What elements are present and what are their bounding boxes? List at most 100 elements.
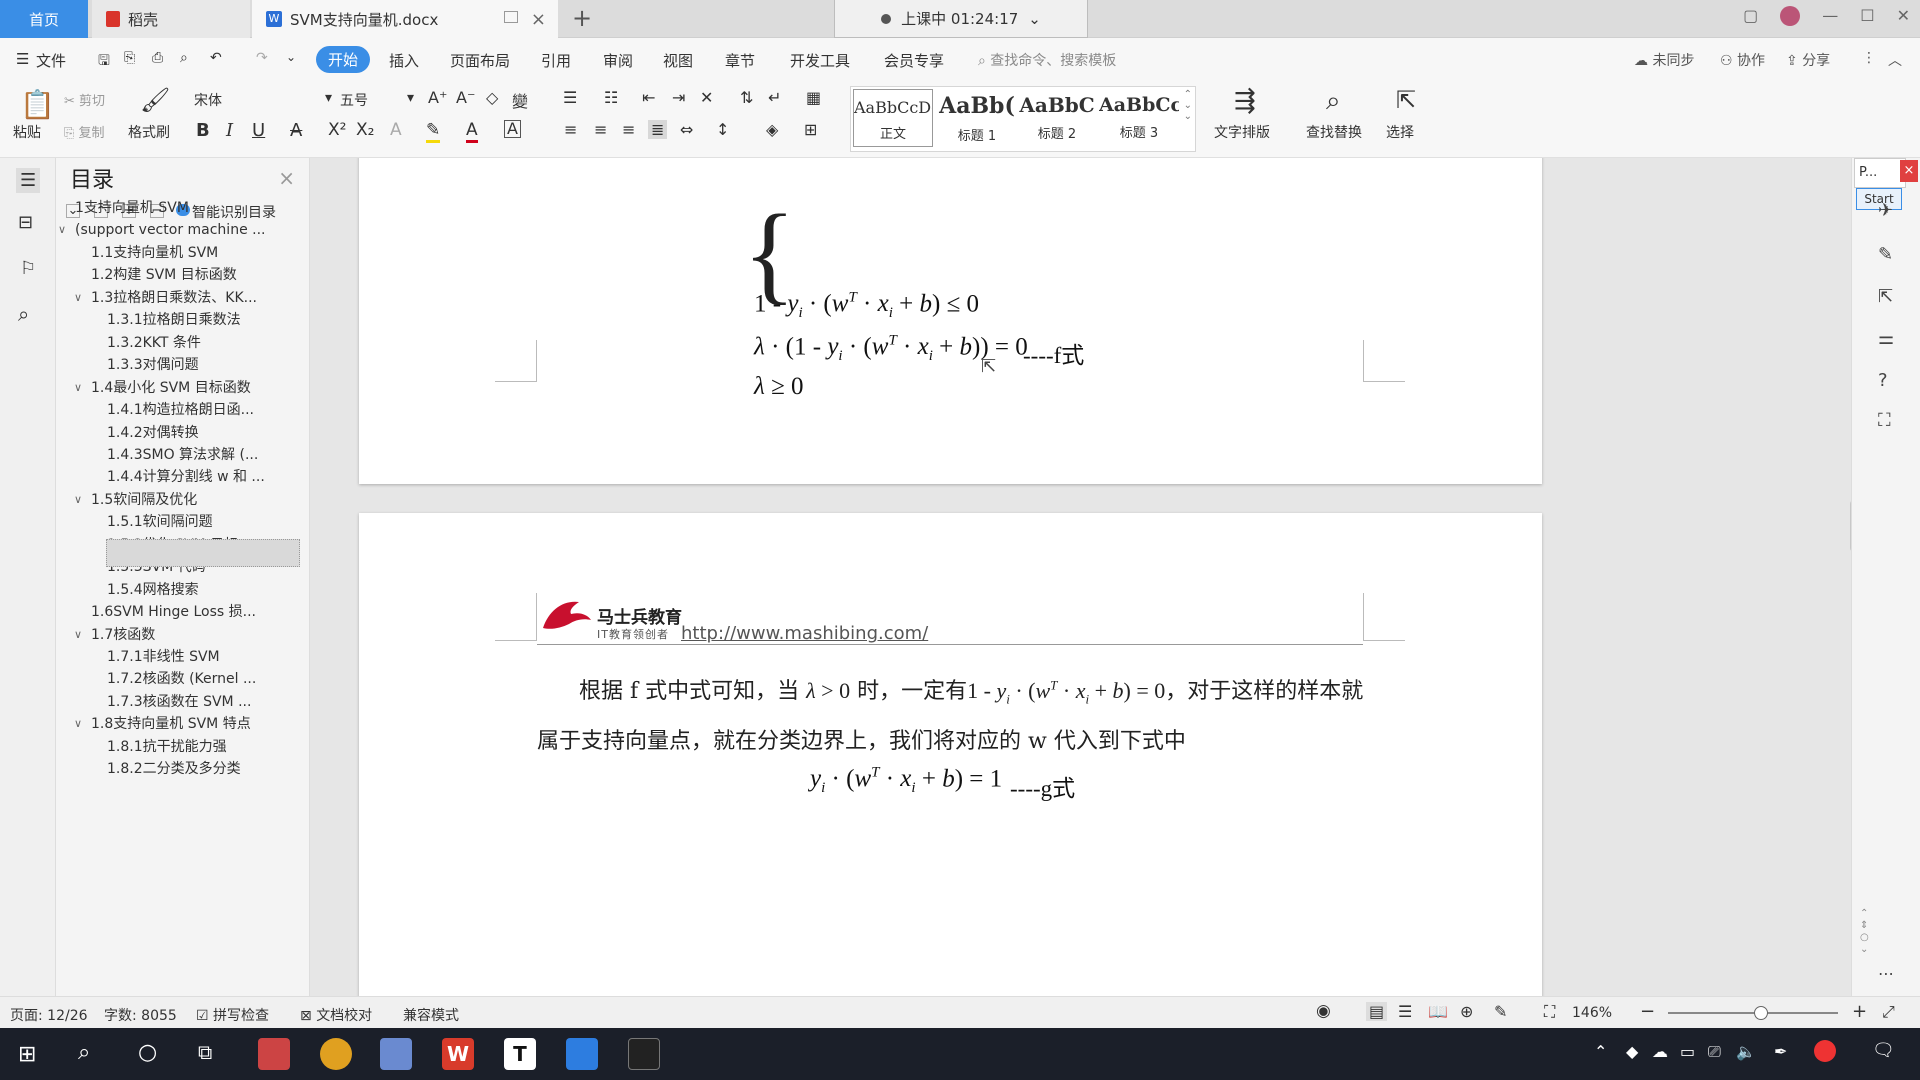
proofread-button[interactable]: ⊠ 文档校对: [300, 1005, 372, 1025]
font-size-select[interactable]: 五号 ▾: [334, 88, 418, 112]
shading-icon[interactable]: ◈: [766, 120, 778, 139]
style-heading2[interactable]: AaBbC 标题 2: [1017, 89, 1097, 147]
zoom-slider-handle[interactable]: [1754, 1006, 1768, 1020]
increase-indent-icon[interactable]: ⇥: [672, 88, 685, 107]
toc-expand-arrow-icon[interactable]: ∨: [74, 291, 82, 304]
write-view-icon[interactable]: ✎: [1494, 1002, 1507, 1021]
subscript-icon[interactable]: X₂: [356, 120, 374, 140]
search-icon[interactable]: ⌕: [78, 1040, 90, 1065]
close-icon[interactable]: ×: [278, 166, 295, 190]
read-view-icon[interactable]: 📖: [1428, 1002, 1448, 1021]
wps-icon[interactable]: W: [442, 1038, 474, 1070]
font-name-select[interactable]: 宋体 ▾: [188, 88, 336, 112]
tab-document[interactable]: W SVM支持向量机.docx ×: [252, 0, 558, 38]
borders-icon[interactable]: ⊞: [804, 120, 817, 139]
line-spacing-icon[interactable]: ↕: [716, 120, 729, 139]
close-window-icon[interactable]: ✕: [1897, 6, 1910, 26]
fullscreen-icon[interactable]: ⤢: [1882, 1002, 1895, 1022]
web-view-icon[interactable]: ⊕: [1460, 1002, 1473, 1021]
export-icon[interactable]: ⎘: [124, 50, 135, 66]
save-icon[interactable]: 🖫: [98, 50, 110, 74]
highlight-icon[interactable]: ✎: [426, 120, 441, 143]
navigation-icon[interactable]: ⊟: [18, 212, 33, 233]
decrease-indent-icon[interactable]: ⇤: [642, 88, 655, 107]
toc-expand-arrow-icon[interactable]: ∨: [74, 717, 82, 730]
menu-start[interactable]: 开始: [316, 46, 371, 73]
page-indicator[interactable]: 页面: 12/26: [10, 1005, 88, 1025]
tab-monitor-icon[interactable]: [504, 11, 518, 23]
sort-icon[interactable]: ⇅: [740, 88, 753, 107]
menu-developer[interactable]: 开发工具: [790, 50, 850, 71]
bold-icon[interactable]: B: [196, 120, 210, 141]
copy-button[interactable]: ⎘ 复制: [64, 122, 105, 141]
toc-item[interactable]: 1.8.2二分类及多分类: [107, 756, 241, 782]
tab-home[interactable]: 首页: [0, 0, 88, 38]
header-url-link[interactable]: http://www.mashibing.com/: [681, 623, 928, 644]
align-center-icon[interactable]: ≡: [594, 120, 607, 139]
print-preview-icon[interactable]: ⌕: [180, 50, 188, 66]
quick-access-chevron-icon[interactable]: ⌄: [286, 50, 296, 64]
spell-check-button[interactable]: ☑ 拼写检查: [196, 1005, 269, 1025]
hamburger-icon[interactable]: ☰: [16, 50, 29, 68]
typora-icon[interactable]: T: [504, 1038, 536, 1070]
avatar[interactable]: [1780, 6, 1801, 26]
menu-references[interactable]: 引用: [541, 50, 571, 71]
share-button[interactable]: ⇪ 分享: [1786, 50, 1830, 70]
more-menu-icon[interactable]: ⋮: [1862, 50, 1876, 66]
collapse-ribbon-icon[interactable]: ︿: [1888, 50, 1902, 70]
bullet-list-icon[interactable]: ☰: [563, 88, 577, 107]
superscript-icon[interactable]: X²: [328, 120, 346, 140]
cursor-icon[interactable]: ⇱: [1878, 286, 1893, 307]
undo-icon[interactable]: ↶: [210, 50, 222, 66]
tray-network-icon[interactable]: ⎚: [1708, 1042, 1721, 1062]
distributed-align-icon[interactable]: ⇔: [680, 120, 693, 139]
outline-view-icon[interactable]: ☰: [1398, 1002, 1412, 1021]
style-normal[interactable]: AaBbCcDd 正文: [853, 89, 933, 147]
tab-close-icon[interactable]: ×: [531, 9, 546, 30]
chinese-layout-icon[interactable]: ✕: [700, 88, 713, 107]
tray-volume-icon[interactable]: 🔈: [1736, 1042, 1756, 1061]
shrink-font-icon[interactable]: A⁻: [456, 88, 475, 107]
table-tool-icon[interactable]: ▦: [806, 88, 821, 107]
italic-icon[interactable]: I: [226, 120, 233, 141]
tray-app-icon[interactable]: ◆: [1626, 1042, 1638, 1061]
tray-sogou-icon[interactable]: [1814, 1040, 1836, 1062]
minimize-icon[interactable]: —: [1822, 6, 1838, 26]
grow-font-icon[interactable]: A⁺: [428, 88, 447, 107]
cut-button[interactable]: ✂ 剪切: [64, 90, 105, 109]
maximize-icon[interactable]: ☐: [1860, 6, 1874, 26]
help-icon[interactable]: ?: [1878, 370, 1888, 391]
ppt-mini-window[interactable]: P...: [1854, 158, 1906, 188]
toc-expand-arrow-icon[interactable]: ∨: [58, 223, 66, 236]
rocket-icon[interactable]: ✈: [1878, 200, 1893, 221]
select-button[interactable]: 选择: [1386, 122, 1414, 142]
menu-member[interactable]: 会员专享: [884, 50, 944, 71]
collab-button[interactable]: ⚇ 协作: [1720, 50, 1765, 70]
toc-expand-arrow-icon[interactable]: ∨: [74, 493, 82, 506]
sliders-icon[interactable]: ⚌: [1878, 328, 1894, 349]
app-recorder-icon[interactable]: [258, 1038, 290, 1070]
strikethrough-icon[interactable]: A: [290, 120, 302, 141]
search-icon[interactable]: ⌕: [18, 302, 29, 326]
style-heading1[interactable]: AaBb(标题 1: [937, 89, 1017, 147]
redo-icon[interactable]: ↷: [256, 50, 268, 66]
tab-daoke[interactable]: 稻壳: [92, 0, 250, 38]
toc-panel-icon[interactable]: ☰: [16, 168, 41, 193]
zoom-slider[interactable]: [1668, 1012, 1838, 1014]
ppt-mini-close-icon[interactable]: ×: [1900, 160, 1918, 182]
bookmark-icon[interactable]: ⚐: [20, 258, 36, 279]
word-count[interactable]: 字数: 8055: [104, 1005, 177, 1025]
align-justify-icon[interactable]: ≣: [648, 120, 668, 139]
format-painter-button[interactable]: 格式刷: [128, 122, 170, 142]
tray-battery-icon[interactable]: ▭: [1680, 1042, 1695, 1061]
eye-protect-icon[interactable]: ◉: [1316, 1001, 1331, 1021]
toc-expand-arrow-icon[interactable]: ∨: [74, 381, 82, 394]
pen-icon[interactable]: ✎: [1878, 244, 1893, 265]
font-color-icon[interactable]: A: [466, 120, 478, 143]
paste-icon[interactable]: 📋: [20, 88, 55, 121]
sync-status[interactable]: ☁ 未同步: [1634, 50, 1694, 70]
toc-expand-arrow-icon[interactable]: ∨: [74, 628, 82, 641]
find-replace-button[interactable]: 查找替换: [1306, 122, 1362, 142]
align-right-icon[interactable]: ≡: [622, 120, 635, 139]
menu-review[interactable]: 审阅: [603, 50, 633, 71]
